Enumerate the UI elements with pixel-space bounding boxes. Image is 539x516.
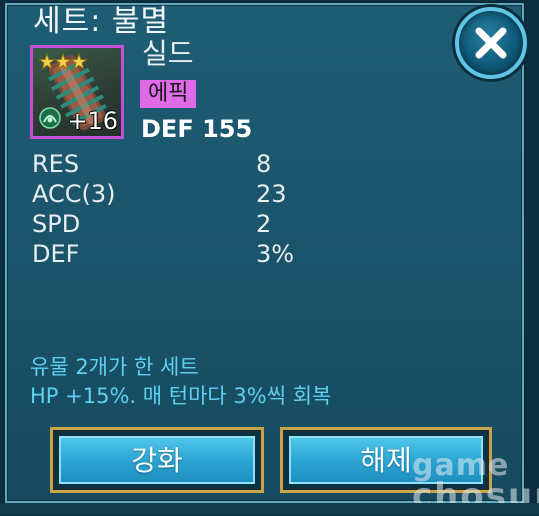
substat-label: ACC(3) <box>32 180 116 208</box>
set-bonus-title: 유물 2개가 한 세트 <box>30 355 199 379</box>
close-icon <box>475 27 507 59</box>
substat-label: DEF <box>32 240 80 268</box>
substat-value: 8 <box>256 150 272 178</box>
background-strip <box>0 503 539 515</box>
close-button[interactable] <box>455 7 527 79</box>
substat-label: SPD <box>32 210 81 238</box>
star-rating-icon <box>39 53 87 71</box>
substat-label: RES <box>32 150 80 178</box>
enhance-button[interactable]: 강화 <box>50 427 264 493</box>
enhance-button-label: 강화 <box>59 436 255 484</box>
dialog-title: 세트: 불멸 <box>33 4 170 39</box>
substat-value: 3% <box>256 240 295 268</box>
enhance-level: +16 <box>67 107 118 135</box>
substat-value: 2 <box>256 210 272 238</box>
rarity-badge: 에픽 <box>140 80 197 108</box>
main-stat: DEF 155 <box>141 115 253 143</box>
substat-value: 23 <box>256 180 287 208</box>
item-name: 실드 <box>142 37 194 70</box>
set-emblem-icon <box>39 107 61 129</box>
item-thumbnail[interactable]: +16 <box>30 45 124 139</box>
set-bonus-effect: HP +15%. 매 턴마다 3%씩 회복 <box>30 384 332 408</box>
